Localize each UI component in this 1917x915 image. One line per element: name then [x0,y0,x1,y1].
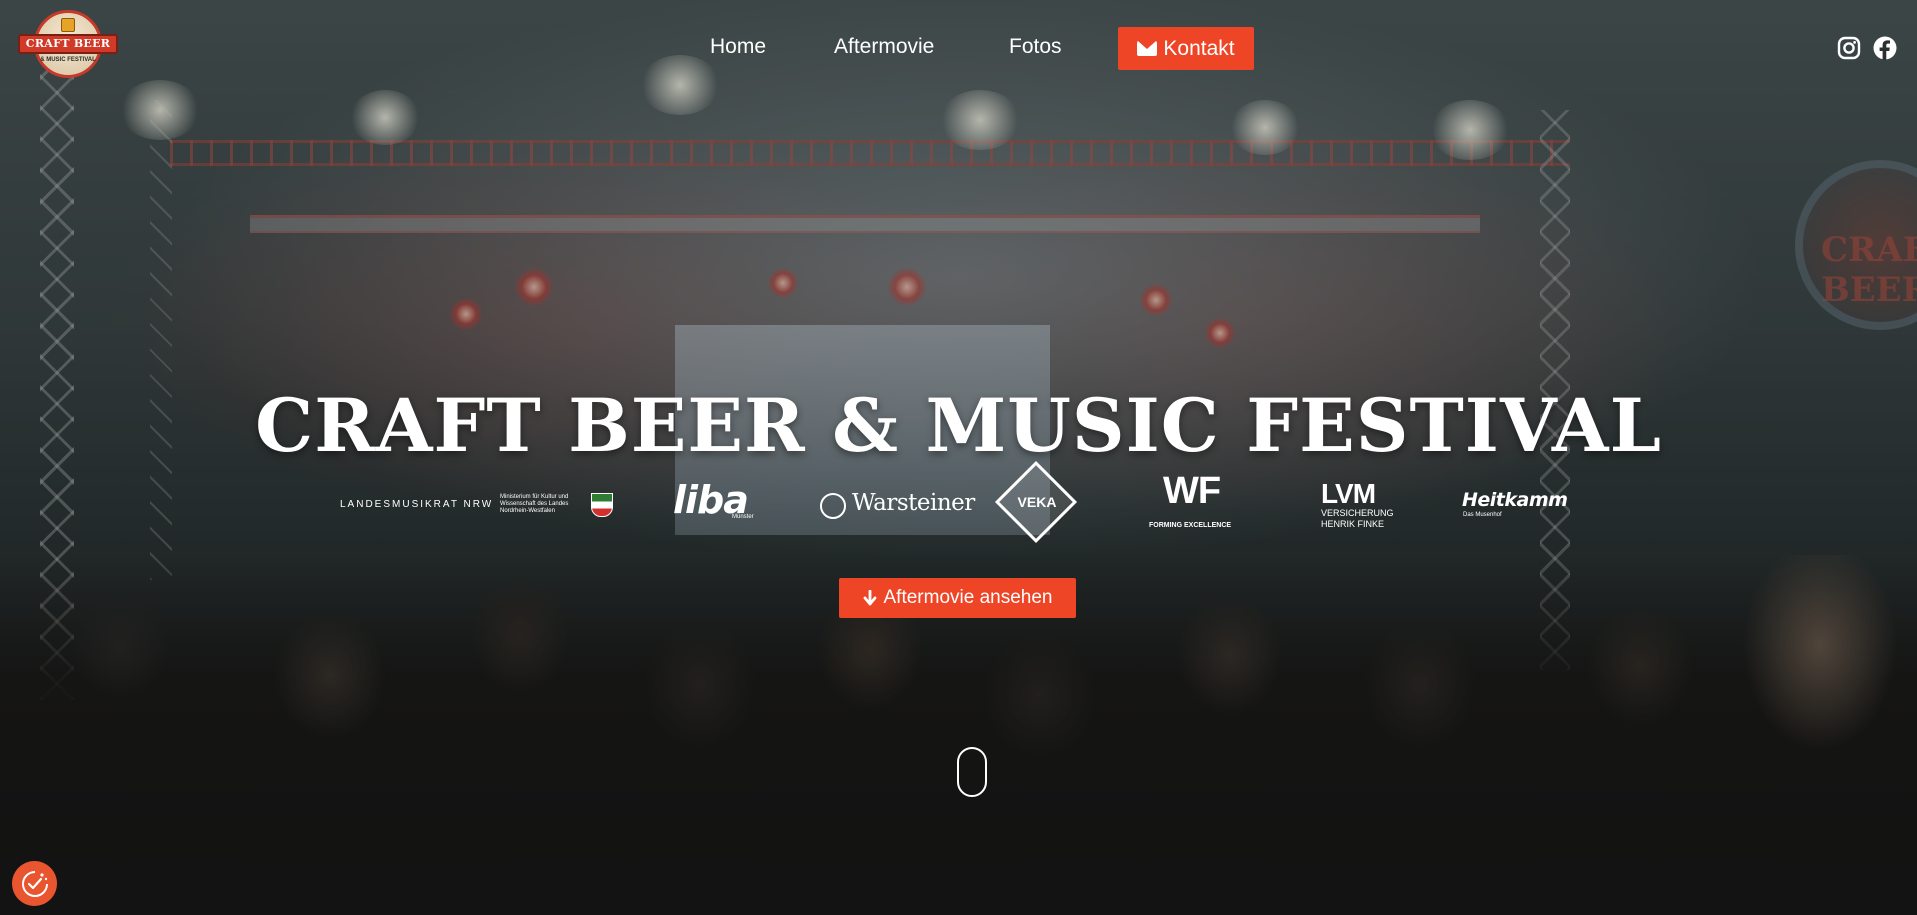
hero-title: CRAFT BEER & MUSIC FESTIVAL [255,383,1662,469]
nav-item-home[interactable]: Home [710,35,766,59]
watch-aftermovie-label: Aftermovie ansehen [883,587,1053,608]
cookie-consent-button[interactable] [12,861,57,906]
facebook-icon[interactable] [1873,36,1897,60]
sponsor-lvm-subtitle: VERSICHERUNG HENRIK FINKE [1321,508,1394,530]
nav-item-fotos[interactable]: Fotos [1009,35,1062,59]
lvm-subtitle-line-2: HENRIK FINKE [1321,519,1385,529]
sponsor-veka-logo: VEKA [1017,494,1057,510]
sponsor-wf-logo: WF [1163,470,1221,512]
main-navigation: Home Aftermovie Fotos Kontakt [0,27,1917,71]
sponsor-lvm-logo: LVM [1321,478,1376,509]
contact-button[interactable]: Kontakt [1118,27,1254,70]
sponsor-heitkamm-subtitle: Das Musenhof [1463,512,1502,518]
sponsor-heitkamm-logo: Heitkamm [1462,489,1568,511]
warsteiner-seal-icon [820,493,846,519]
envelope-icon [1137,41,1158,56]
sponsor-ministerium-logo: Ministerium für Kultur und Wissenschaft … [500,494,569,514]
lvm-subtitle-line-1: VERSICHERUNG [1321,508,1394,518]
cookie-check-icon [21,870,48,897]
nav-item-aftermovie[interactable]: Aftermovie [834,35,934,59]
sponsor-logos: LANDESMUSIKRAT NRW Ministerium für Kultu… [0,460,1917,544]
watch-aftermovie-button[interactable]: Aftermovie ansehen [839,578,1076,618]
nrw-crest-icon [591,493,613,517]
sponsor-landesmusikrat-logo: LANDESMUSIKRAT NRW [340,499,494,510]
arrow-down-icon [863,590,876,606]
sponsor-warsteiner-logo: Warsteiner [852,490,975,516]
sponsor-wf-subtitle: FORMING EXCELLENCE [1149,522,1232,529]
contact-button-label: Kontakt [1163,36,1235,60]
scroll-down-mouse-icon[interactable] [957,747,987,797]
instagram-icon[interactable] [1837,36,1861,60]
sponsor-liba-subtitle: Münster [732,514,754,520]
